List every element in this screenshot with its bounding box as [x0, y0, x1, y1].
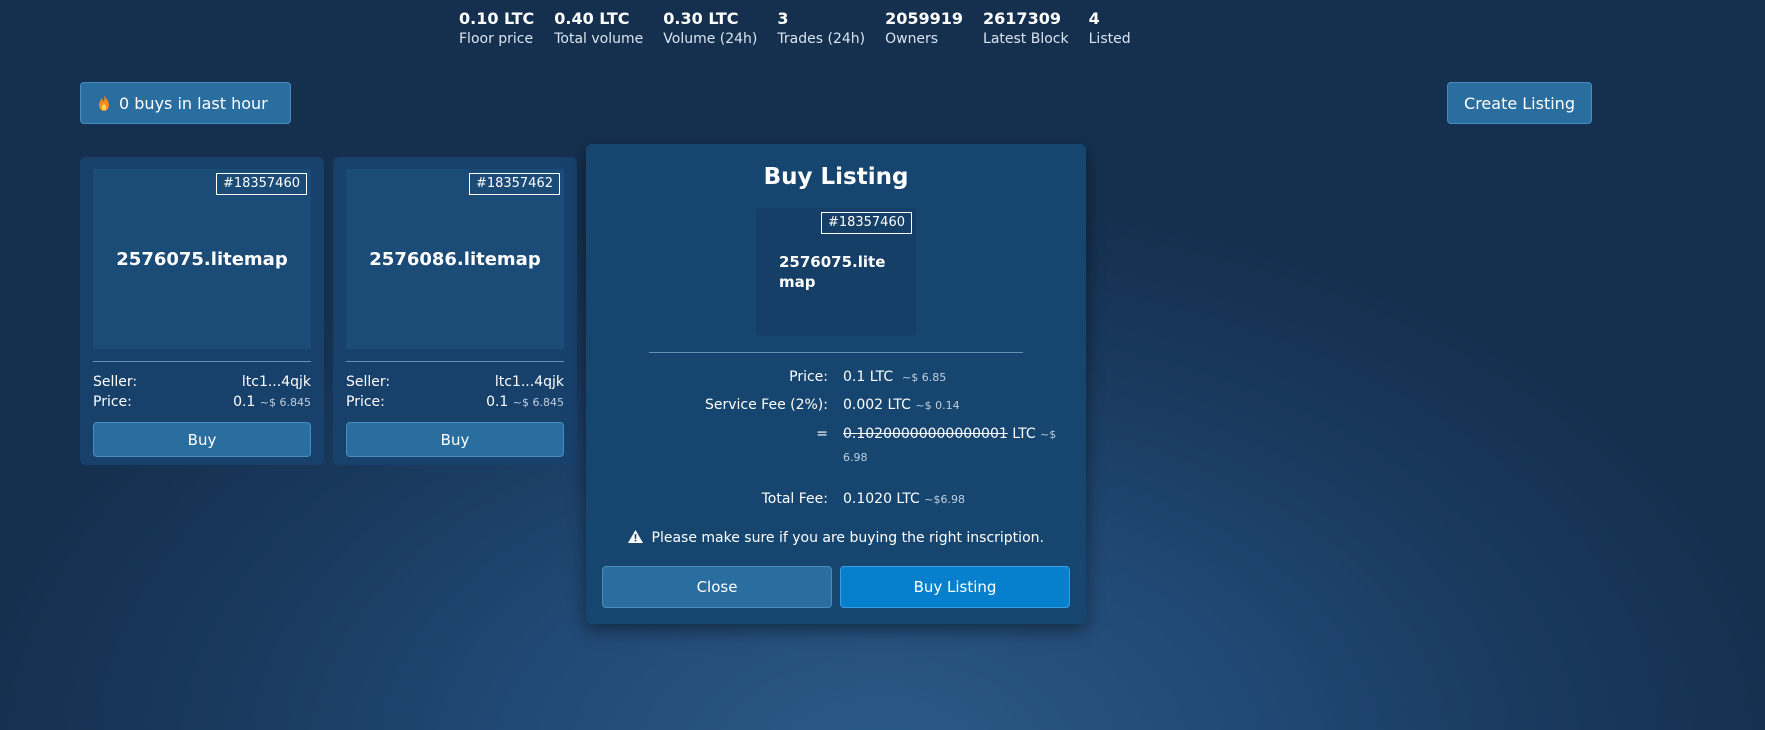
price-value: 0.1 ~$ 6.845: [233, 392, 311, 413]
stat-value: 0.40 LTC: [554, 9, 630, 28]
stat-label: Volume (24h): [663, 31, 758, 47]
inscription-preview[interactable]: #18357460 2576075.litemap: [93, 169, 311, 349]
inscription-name: 2576075.litemap: [116, 248, 288, 270]
price-usd: ~$ 6.845: [512, 396, 564, 409]
buy-listing-button[interactable]: Buy Listing: [840, 566, 1070, 608]
stat-value: 2617309: [983, 9, 1061, 28]
stat-trades-24h: 3 Trades (24h): [777, 8, 865, 48]
warning-text: Please make sure if you are buying the r…: [651, 530, 1044, 546]
buys-in-last-hour-button[interactable]: 0 buys in last hour: [80, 82, 291, 124]
seller-label: Seller:: [93, 374, 138, 390]
divider: [649, 352, 1023, 353]
total-fee-label: Total Fee:: [761, 491, 828, 507]
stat-listed: 4 Listed: [1089, 8, 1131, 48]
buy-button[interactable]: Buy: [93, 422, 311, 457]
service-fee-label: Service Fee (2%):: [704, 397, 828, 413]
buys-label: 0 buys in last hour: [119, 93, 268, 113]
service-fee-usd: ~$ 0.14: [915, 399, 960, 412]
warning-message: Please make sure if you are buying the r…: [586, 530, 1086, 546]
price-label: Price:: [93, 394, 132, 410]
seller-address: ltc1...4qjk: [494, 374, 564, 390]
price-value: 0.1 ~$ 6.845: [486, 392, 564, 413]
stat-volume-24h: 0.30 LTC Volume (24h): [663, 8, 757, 48]
modal-inscription-preview: #18357460 2576075.litemap: [756, 208, 916, 336]
stat-owners: 2059919 Owners: [885, 8, 963, 48]
price-usd: ~$ 6.85: [902, 371, 947, 384]
sum-unit: LTC: [1012, 426, 1036, 442]
inscription-number: #18357460: [820, 212, 912, 234]
stat-value: 4: [1088, 9, 1100, 28]
stat-value: 3: [777, 9, 789, 28]
inscription-name: 2576075.litemap: [779, 253, 886, 291]
collection-stats: 0.10 LTC Floor price 0.40 LTC Total volu…: [459, 8, 1151, 48]
sum-value: 0.10200000000000001 LTC ~$ 6.98: [843, 423, 1063, 469]
stat-value: 0.10 LTC: [459, 9, 535, 28]
price-label: Price:: [789, 369, 828, 385]
inscription-number: #18357462: [468, 173, 560, 195]
close-button[interactable]: Close: [602, 566, 832, 608]
seller-label: Seller:: [346, 374, 391, 390]
stat-label: Latest Block: [983, 31, 1069, 47]
stat-floor-price: 0.10 LTC Floor price: [459, 8, 534, 48]
stat-label: Trades (24h): [777, 31, 866, 47]
modal-title: Buy Listing: [763, 164, 909, 190]
total-fee-value: 0.1020 LTC ~$6.98: [843, 488, 1063, 511]
price-ltc: 0.1 LTC: [843, 369, 894, 385]
inscription-name: 2576086.litemap: [369, 248, 541, 270]
listing-card: #18357462 2576086.litemap Seller: ltc1..…: [333, 157, 577, 465]
create-listing-button[interactable]: Create Listing: [1447, 82, 1592, 124]
price-row: Price: 0.1 ~$ 6.845: [346, 392, 564, 413]
flame-icon: [99, 95, 109, 111]
stat-label: Owners: [885, 31, 939, 47]
equals-sign: =: [816, 426, 828, 442]
buy-listing-modal: Buy Listing #18357460 2576075.litemap Pr…: [586, 144, 1086, 624]
stat-label: Floor price: [459, 31, 534, 47]
sum-ltc: 0.10200000000000001: [843, 426, 1008, 442]
stat-label: Total volume: [554, 31, 644, 47]
price-usd: ~$ 6.845: [259, 396, 311, 409]
stat-label: Listed: [1088, 31, 1131, 47]
seller-row: Seller: ltc1...4qjk: [93, 372, 311, 392]
stat-latest-block: 2617309 Latest Block: [983, 8, 1069, 48]
divider: [346, 361, 564, 362]
stat-value: 2059919: [885, 9, 964, 28]
price-ltc: 0.1: [233, 394, 256, 410]
seller-address: ltc1...4qjk: [241, 374, 311, 390]
service-fee-value: 0.002 LTC ~$ 0.14: [843, 394, 1063, 417]
inscription-number: #18357460: [215, 173, 307, 195]
service-fee-ltc: 0.002 LTC: [843, 397, 911, 413]
price-row: Price: 0.1 ~$ 6.845: [93, 392, 311, 413]
warning-icon: [628, 530, 644, 543]
seller-row: Seller: ltc1...4qjk: [346, 372, 564, 392]
total-fee-ltc: 0.1020 LTC: [843, 491, 920, 507]
buy-button[interactable]: Buy: [346, 422, 564, 457]
stat-value: 0.30 LTC: [663, 9, 739, 28]
total-fee-usd: ~$6.98: [924, 493, 965, 506]
price-ltc: 0.1: [486, 394, 509, 410]
inscription-preview[interactable]: #18357462 2576086.litemap: [346, 169, 564, 349]
divider: [93, 361, 311, 362]
listing-card: #18357460 2576075.litemap Seller: ltc1..…: [80, 157, 324, 465]
price-value: 0.1 LTC ~$ 6.85: [843, 366, 1063, 389]
price-label: Price:: [346, 394, 385, 410]
stat-total-volume: 0.40 LTC Total volume: [554, 8, 643, 48]
